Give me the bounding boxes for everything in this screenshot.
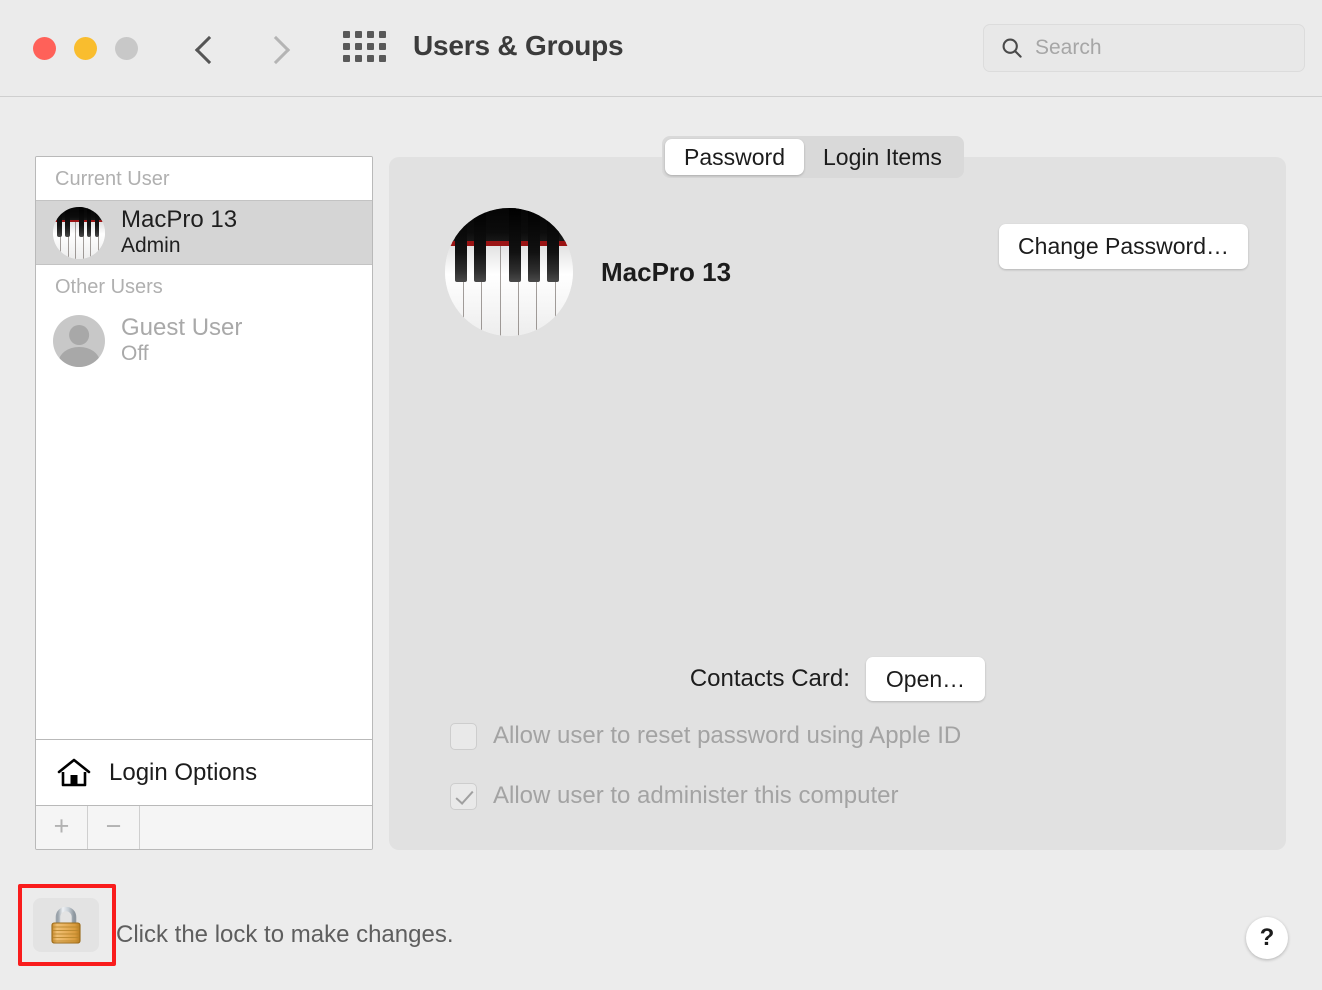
profile-row: MacPro 13 [445, 208, 731, 336]
user-item-name: Guest User [121, 314, 243, 342]
sidebar-toolbar-spacer [140, 806, 372, 849]
user-list-item-guest-user[interactable]: Guest User Off [36, 308, 372, 373]
contacts-card-label: Contacts Card: [689, 665, 850, 692]
user-item-texts: MacPro 13 Admin [121, 206, 238, 258]
search-input[interactable] [1035, 36, 1306, 60]
closed-padlock-icon [51, 906, 81, 944]
user-list: Current User MacPro 13 Admin Other Users… [36, 157, 372, 739]
tab-login-items[interactable]: Login Items [804, 139, 961, 175]
user-item-name: MacPro 13 [121, 206, 238, 234]
remove-user-button[interactable]: − [88, 806, 140, 849]
show-all-grid-icon[interactable] [343, 31, 387, 67]
search-field[interactable] [983, 24, 1306, 72]
checkbox-administer-computer[interactable] [450, 782, 477, 810]
navigation-controls [190, 28, 298, 70]
close-window-button[interactable] [33, 37, 56, 60]
zoom-window-button[interactable] [115, 37, 138, 60]
help-button[interactable]: ? [1246, 917, 1288, 959]
sidebar-toolbar: + − [36, 805, 372, 849]
back-arrow-icon[interactable] [190, 28, 224, 70]
lock-button[interactable] [33, 898, 99, 952]
profile-avatar-piano[interactable] [445, 208, 573, 336]
user-item-status: Off [121, 342, 149, 366]
login-options-row[interactable]: Login Options [36, 739, 372, 805]
checkbox-label-reset-password: Allow user to reset password using Apple… [493, 722, 962, 749]
tab-bar: Password Login Items [662, 136, 964, 178]
users-sidebar: Current User MacPro 13 Admin Other Users… [35, 156, 373, 850]
checkbox-reset-password-apple-id[interactable] [450, 722, 477, 750]
content-panel: MacPro 13 Change Password… Contacts Card… [389, 157, 1286, 850]
group-header-current-user: Current User [55, 168, 170, 190]
checkbox-label-administer-computer: Allow user to administer this computer [493, 782, 899, 809]
group-header-other-users: Other Users [55, 276, 163, 298]
profile-user-name: MacPro 13 [601, 256, 732, 287]
user-item-role: Admin [121, 234, 181, 258]
tab-password[interactable]: Password [665, 139, 804, 175]
search-icon [1002, 38, 1022, 58]
forward-arrow-icon[interactable] [264, 28, 298, 70]
add-user-button[interactable]: + [36, 806, 88, 849]
contacts-card-row: Contacts Card: Open… [389, 657, 1286, 701]
system-preferences-window: Users & Groups Current User [0, 0, 1322, 990]
avatar-person-icon [53, 314, 105, 367]
window-controls [33, 37, 138, 60]
checkbox-row-reset-password[interactable]: Allow user to reset password using Apple… [450, 722, 961, 750]
avatar-piano [53, 206, 105, 259]
title-bar: Users & Groups [0, 0, 1322, 97]
house-icon [57, 758, 91, 786]
minimize-window-button[interactable] [74, 37, 97, 60]
change-password-button[interactable]: Change Password… [999, 224, 1248, 269]
checkbox-row-administer-computer[interactable]: Allow user to administer this computer [450, 782, 899, 810]
open-contacts-card-button[interactable]: Open… [865, 657, 986, 701]
login-options-label: Login Options [109, 758, 258, 786]
lock-message: Click the lock to make changes. [116, 921, 454, 948]
user-list-item-macpro-13[interactable]: MacPro 13 Admin [36, 200, 372, 265]
page-title: Users & Groups [413, 30, 624, 61]
user-item-texts: Guest User Off [121, 314, 243, 366]
